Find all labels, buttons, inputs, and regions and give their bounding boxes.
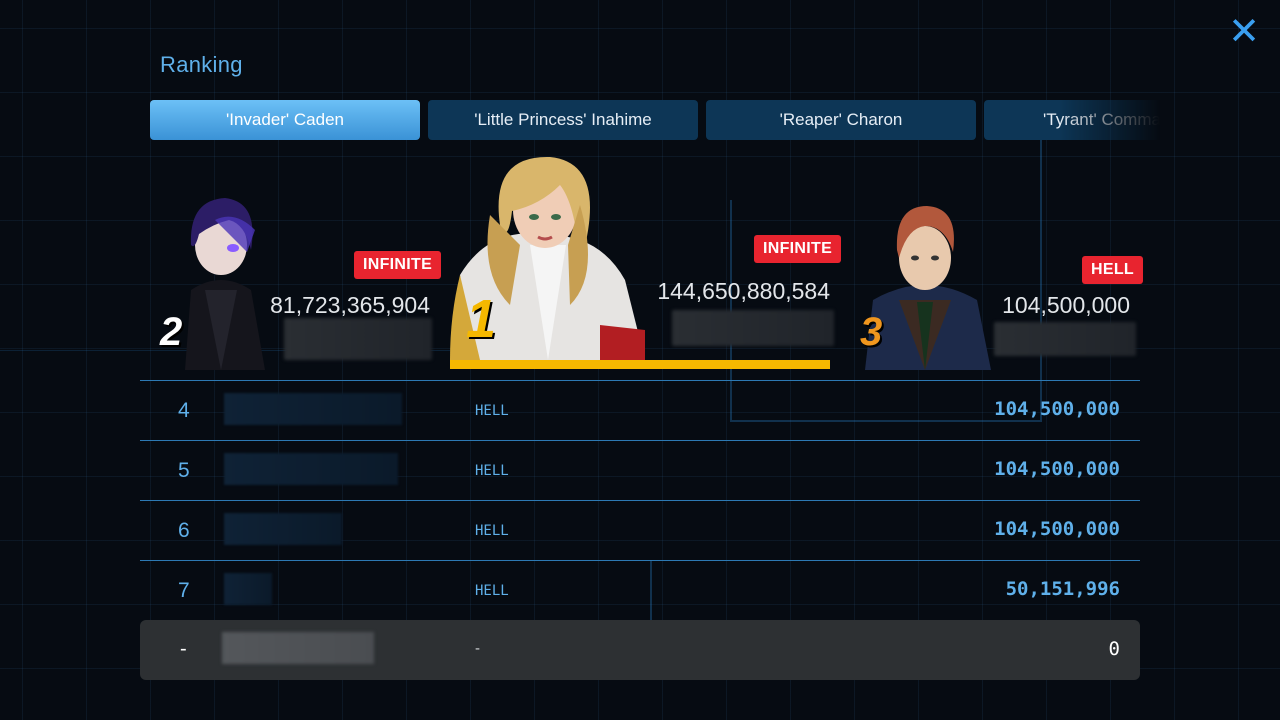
table-row[interactable]: 5 HELL 104,500,000: [140, 440, 1140, 500]
third-place-name-redacted: [994, 322, 1136, 356]
row-mode: HELL: [475, 583, 509, 599]
table-row[interactable]: 6 HELL 104,500,000: [140, 500, 1140, 560]
first-place-rank: 1: [466, 289, 497, 349]
page-title: Ranking: [160, 52, 243, 77]
row-rank: 4: [178, 399, 190, 422]
tab-invader-caden[interactable]: 'Invader' Caden: [150, 100, 420, 140]
tab-little-princess-inahime[interactable]: 'Little Princess' Inahime: [428, 100, 698, 140]
row-name-redacted: [224, 513, 342, 545]
ranking-list: 4 HELL 104,500,000 5 HELL 104,500,000 6 …: [140, 380, 1140, 620]
first-place-name-redacted: [672, 310, 834, 346]
row-score: 104,500,000: [994, 398, 1120, 420]
boss-tabs: 'Invader' Caden 'Little Princess' Inahim…: [150, 100, 1160, 140]
tab-tyrant-commander[interactable]: 'Tyrant' Commander: [984, 100, 1160, 140]
row-name-redacted: [224, 573, 272, 605]
row-mode: HELL: [475, 523, 509, 539]
third-place-mode-badge: HELL: [1082, 256, 1143, 284]
my-score: 0: [1108, 638, 1120, 660]
row-rank: 7: [178, 579, 190, 602]
third-place-score: 104,500,000: [1002, 292, 1130, 318]
second-place-rank: 2: [160, 310, 183, 354]
tab-reaper-charon[interactable]: 'Reaper' Charon: [706, 100, 976, 140]
second-place-mode-badge: INFINITE: [354, 251, 442, 279]
third-place-rank: 3: [860, 310, 883, 354]
close-icon: ✕: [1228, 11, 1260, 53]
my-rank: -: [180, 638, 187, 660]
close-button[interactable]: ✕: [1226, 11, 1262, 53]
row-score: 104,500,000: [994, 518, 1120, 540]
row-mode: HELL: [475, 403, 509, 419]
row-mode: HELL: [475, 463, 509, 479]
row-name-redacted: [224, 453, 398, 485]
row-rank: 6: [178, 519, 190, 542]
table-row[interactable]: 7 HELL 50,151,996: [140, 560, 1140, 620]
row-score: 50,151,996: [1005, 578, 1120, 600]
first-place-score: 144,650,880,584: [657, 278, 830, 304]
row-rank: 5: [178, 459, 190, 482]
my-name-redacted: [222, 632, 374, 664]
second-place-score: 81,723,365,904: [270, 292, 430, 318]
second-place-name-redacted: [284, 318, 432, 360]
circuit-line: [1040, 130, 1042, 420]
first-place-mode-badge: INFINITE: [754, 235, 842, 263]
my-ranking-row[interactable]: - - 0: [140, 620, 1140, 680]
my-mode: -: [475, 640, 480, 657]
table-row[interactable]: 4 HELL 104,500,000: [140, 380, 1140, 440]
row-score: 104,500,000: [994, 458, 1120, 480]
first-place-highlight-bar: [450, 360, 830, 369]
row-name-redacted: [224, 393, 402, 425]
